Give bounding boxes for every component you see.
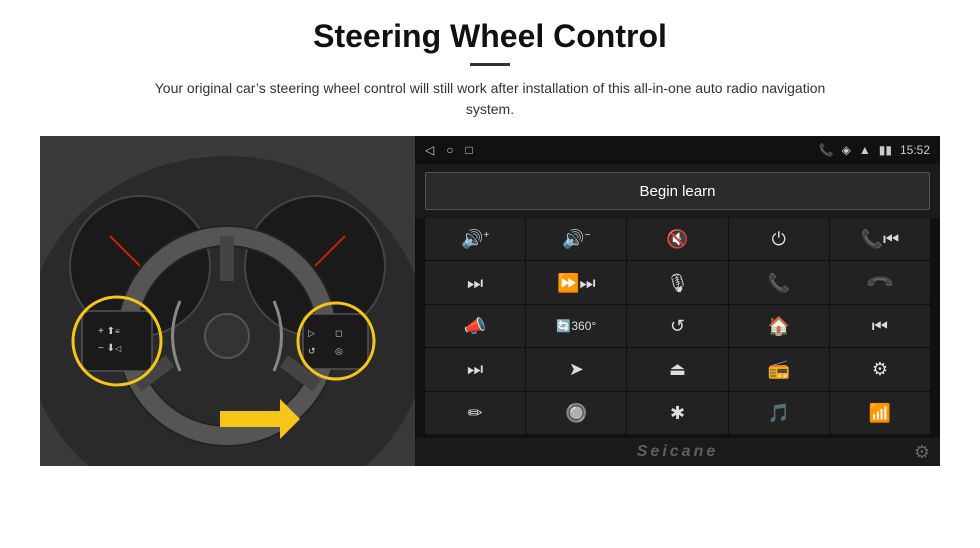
svg-text:− ⬇: − ⬇ — [98, 343, 115, 354]
phone-icon: 📞 — [819, 143, 834, 157]
svg-text:+ ⬆: + ⬆ — [98, 326, 115, 337]
back-icon: ↺ — [670, 317, 685, 335]
sound-eq-icon: 📶 — [869, 404, 891, 422]
grid-cell-prev-phone[interactable]: 📞⏮ — [830, 218, 930, 260]
grid-cell-power[interactable]: ⏻ — [729, 218, 829, 260]
grid-cell-eject[interactable]: ⏏ — [627, 348, 727, 390]
page: Steering Wheel Control Your original car… — [0, 0, 980, 548]
location-icon: ◈ — [842, 143, 851, 157]
begin-learn-row: Begin learn — [415, 164, 940, 218]
grid-cell-home[interactable]: 🏠 — [729, 305, 829, 347]
home-icon: 🏠 — [767, 317, 789, 335]
svg-text:≡: ≡ — [115, 327, 120, 336]
call-icon: 📞 — [767, 274, 789, 292]
rewind-icon: ⏮ — [872, 317, 888, 335]
eject-icon: ⏏ — [669, 360, 686, 378]
volume-down-icon: 🔊− — [562, 230, 590, 248]
bluetooth-icon: ✱ — [670, 404, 685, 422]
hangup-icon: 📞 — [866, 268, 895, 297]
android-topbar: ◁ ○ □ 📞 ◈ ▲ ▮▮ 15:52 — [415, 136, 940, 164]
watermark: Seicane — [637, 443, 718, 461]
next-icon: ⏭ — [467, 274, 483, 292]
back-nav-icon: ◁ — [425, 143, 434, 157]
title-divider — [470, 63, 510, 66]
recents-nav-icon: □ — [465, 143, 472, 157]
icon-grid: 🔊+ 🔊− 🔇 ⏻ 📞⏮ ⏭ ⏩⏭ — [415, 218, 940, 438]
grid-cell-360[interactable]: 🔄360° — [526, 305, 626, 347]
skip-icon: ⏭ — [467, 360, 483, 378]
grid-cell-ff[interactable]: ⏩⏭ — [526, 261, 626, 303]
grid-cell-mute[interactable]: 🔇 — [627, 218, 727, 260]
svg-text:▷: ▷ — [308, 328, 315, 338]
grid-cell-hangup[interactable]: 📞 — [830, 261, 930, 303]
grid-cell-call[interactable]: 📞 — [729, 261, 829, 303]
grid-cell-bt[interactable]: ✱ — [627, 392, 727, 434]
grid-cell-sound-eq[interactable]: 📶 — [830, 392, 930, 434]
mic-icon: 🎙 — [666, 274, 689, 292]
grid-cell-vol-down[interactable]: 🔊− — [526, 218, 626, 260]
svg-text:↺: ↺ — [308, 346, 316, 356]
page-title: Steering Wheel Control — [313, 18, 667, 55]
knob-icon: 🔘 — [565, 404, 587, 422]
volume-up-icon: 🔊+ — [461, 230, 489, 248]
grid-cell-knob[interactable]: 🔘 — [526, 392, 626, 434]
music-icon: 🎵 — [767, 404, 789, 422]
grid-cell-back[interactable]: ↺ — [627, 305, 727, 347]
grid-cell-edit[interactable]: ✏ — [425, 392, 525, 434]
grid-cell-horn[interactable]: 📣 — [425, 305, 525, 347]
radio-icon: 📻 — [767, 360, 789, 378]
grid-cell-eq[interactable]: ⚙ — [830, 348, 930, 390]
power-icon: ⏻ — [772, 230, 786, 248]
360-icon: 🔄360° — [556, 320, 596, 332]
subtitle: Your original car’s steering wheel contr… — [140, 78, 840, 120]
grid-cell-music[interactable]: 🎵 — [729, 392, 829, 434]
topbar-nav-icons: ◁ ○ □ — [425, 143, 473, 157]
grid-cell-vol-up[interactable]: 🔊+ — [425, 218, 525, 260]
settings-gear-icon[interactable]: ⚙ — [914, 442, 930, 463]
grid-cell-mic[interactable]: 🎙 — [627, 261, 727, 303]
topbar-status-icons: 📞 ◈ ▲ ▮▮ 15:52 — [819, 143, 930, 157]
edit-icon: ✏ — [468, 404, 483, 422]
steering-wheel-image: + ⬆ − ⬇ ≡ ◁ ▷ ↺ ◻ ◎ — [40, 136, 415, 466]
clock: 15:52 — [900, 143, 930, 157]
battery-icon: ▮▮ — [879, 143, 892, 157]
phone-prev-icon: 📞⏮ — [861, 230, 900, 248]
android-screen: ◁ ○ □ 📞 ◈ ▲ ▮▮ 15:52 Begin learn — [415, 136, 940, 466]
home-nav-icon: ○ — [446, 143, 453, 157]
grid-cell-nav[interactable]: ➤ — [526, 348, 626, 390]
grid-cell-next[interactable]: ⏭ — [425, 261, 525, 303]
fast-forward-icon: ⏩⏭ — [557, 274, 596, 292]
content-row: + ⬆ − ⬇ ≡ ◁ ▷ ↺ ◻ ◎ — [40, 136, 940, 466]
grid-cell-radio[interactable]: 📻 — [729, 348, 829, 390]
equalizer-sliders-icon: ⚙ — [872, 360, 888, 378]
horn-icon: 📣 — [464, 317, 486, 335]
svg-text:◁: ◁ — [115, 344, 122, 353]
grid-cell-skip[interactable]: ⏭ — [425, 348, 525, 390]
svg-text:◻: ◻ — [335, 328, 342, 338]
begin-learn-button[interactable]: Begin learn — [425, 172, 930, 210]
svg-text:◎: ◎ — [335, 346, 343, 356]
wifi-icon: ▲ — [859, 143, 871, 157]
navigation-icon: ➤ — [569, 360, 584, 378]
bottom-bar: Seicane ⚙ — [415, 438, 940, 466]
grid-cell-rewind[interactable]: ⏮ — [830, 305, 930, 347]
mute-icon: 🔇 — [666, 230, 688, 248]
